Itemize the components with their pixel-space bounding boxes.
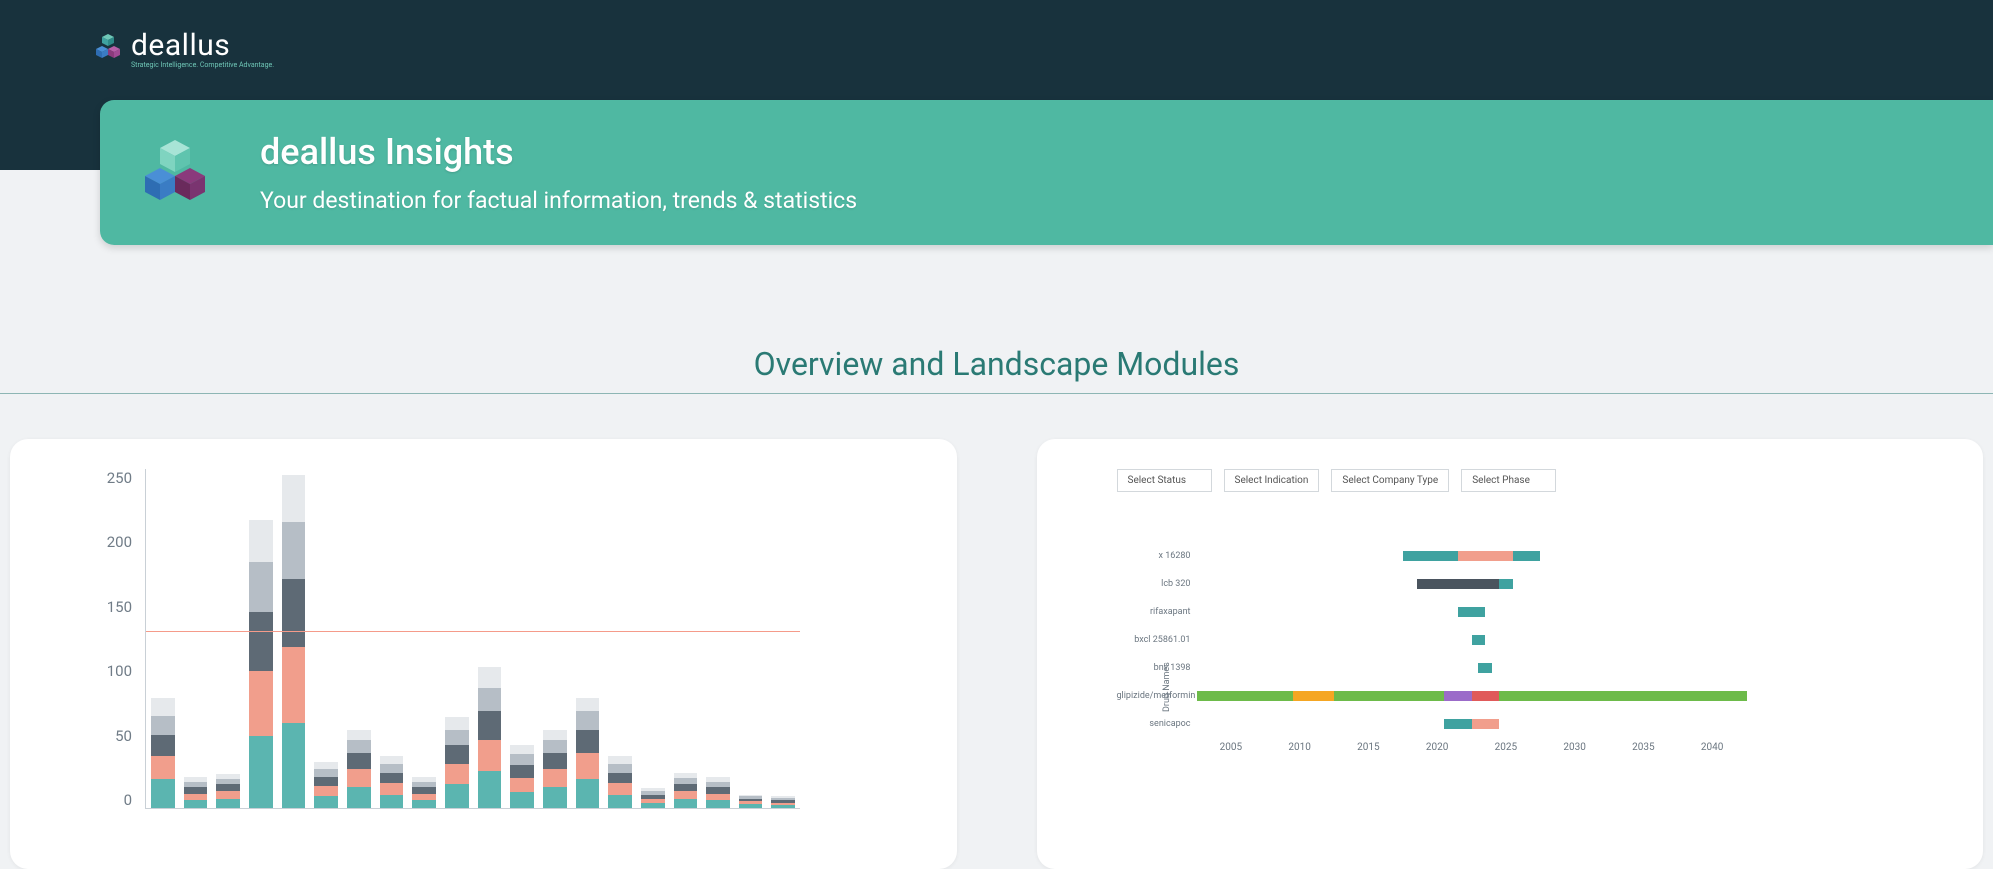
section-title: Overview and Landscape Modules [0,345,1993,393]
stacked-bar [641,788,665,808]
brand-tagline: Strategic Intelligence. Competitive Adva… [131,61,274,69]
gantt-segment [1293,691,1334,701]
gantt-segment [1403,551,1458,561]
gantt-segment [1472,719,1500,729]
gantt-chart: Drug Names x 16280lcb 320rifaxapantbxcl … [1117,542,1747,753]
gantt-row-label: bnv 1398 [1117,663,1197,673]
gantt-filter-select[interactable]: Select Indication [1224,469,1320,492]
bar-chart-plot-area [145,469,800,809]
gantt-row: bnv 1398 [1117,654,1747,682]
gantt-row-label: bxcl 25861.01 [1117,635,1197,645]
stacked-bar [674,773,698,808]
gantt-segment [1417,579,1500,589]
gantt-x-tick: 2035 [1609,742,1678,753]
stacked-bar [739,795,763,808]
reference-line [146,631,800,632]
insights-banner: deallus Insights Your destination for fa… [100,100,1993,245]
brand-logo[interactable]: deallus Strategic Intelligence. Competit… [95,28,274,69]
gantt-filter-select[interactable]: Select Company Type [1331,469,1449,492]
gantt-filters: Select Status Select Indication Select Com… [1117,469,1964,492]
bar-chart: 250 200 150 100 50 0 [90,469,810,849]
stacked-bar [445,717,469,809]
gantt-row: x 16280 [1117,542,1747,570]
y-tick: 250 [107,469,132,487]
gantt-row: senicapoc [1117,710,1747,738]
stacked-bar [510,745,534,808]
gantt-segment [1334,691,1444,701]
gantt-row: rifaxapant [1117,598,1747,626]
gantt-row-label: glipizide/metformin [1117,691,1197,701]
gantt-row-label: lcb 320 [1117,579,1197,589]
y-tick: 50 [115,727,132,745]
module-card-gantt-chart[interactable]: Select Status Select Indication Select Com… [1037,439,1984,869]
gantt-row: glipizide/metformin [1117,682,1747,710]
gantt-x-tick: 2030 [1540,742,1609,753]
gantt-x-tick: 2010 [1265,742,1334,753]
stacked-bar [282,475,306,808]
gantt-row-label: rifaxapant [1117,607,1197,617]
gantt-row-label: x 16280 [1117,551,1197,561]
gantt-x-tick: 2015 [1334,742,1403,753]
banner-cubes-icon [140,138,210,208]
stacked-bar [380,756,404,808]
gantt-filter-select[interactable]: Select Status [1117,469,1212,492]
gantt-segment [1472,635,1486,645]
gantt-x-tick: 2025 [1472,742,1541,753]
gantt-segment [1458,607,1486,617]
y-tick: 100 [107,662,132,680]
module-cards-row: 250 200 150 100 50 0 Select Status Select Indi… [0,394,1993,869]
stacked-bar [608,756,632,808]
bar-chart-y-axis: 250 200 150 100 50 0 [90,469,140,809]
gantt-segment [1444,719,1472,729]
brand-name: deallus [131,28,230,63]
gantt-x-tick: 2005 [1197,742,1266,753]
gantt-filter-select[interactable]: Select Phase [1461,469,1556,492]
header-bar: deallus Strategic Intelligence. Competit… [0,0,1993,170]
stacked-bar [216,774,240,808]
y-tick: 0 [124,791,132,809]
stacked-bar [314,762,338,808]
gantt-x-tick: 2040 [1678,742,1747,753]
stacked-bar [576,698,600,808]
gantt-x-axis: 20052010201520202025203020352040 [1197,742,1747,753]
stacked-bar [771,796,795,808]
stacked-bar [249,520,273,808]
gantt-row: bxcl 25861.01 [1117,626,1747,654]
section-divider [0,393,1993,394]
gantt-segment [1499,579,1513,589]
stacked-bar [706,777,730,808]
stacked-bar [478,667,502,808]
gantt-segment [1458,551,1513,561]
gantt-row-label: senicapoc [1117,719,1197,729]
banner-title: deallus Insights [260,131,857,173]
y-tick: 150 [107,598,132,616]
gantt-segment [1444,691,1472,701]
stacked-bar [412,777,436,808]
stacked-bar [151,698,175,808]
stacked-bar [347,730,371,808]
banner-subtitle: Your destination for factual information… [260,187,857,214]
gantt-segment [1197,691,1293,701]
gantt-row: lcb 320 [1117,570,1747,598]
gantt-x-tick: 2020 [1403,742,1472,753]
gantt-segment [1513,551,1541,561]
stacked-bar [543,730,567,808]
logo-cubes-icon [95,33,121,59]
y-tick: 200 [107,533,132,551]
module-card-bar-chart[interactable]: 250 200 150 100 50 0 [10,439,957,869]
stacked-bar [184,777,208,808]
gantt-segment [1478,663,1492,673]
gantt-segment [1472,691,1500,701]
gantt-segment [1499,691,1747,701]
